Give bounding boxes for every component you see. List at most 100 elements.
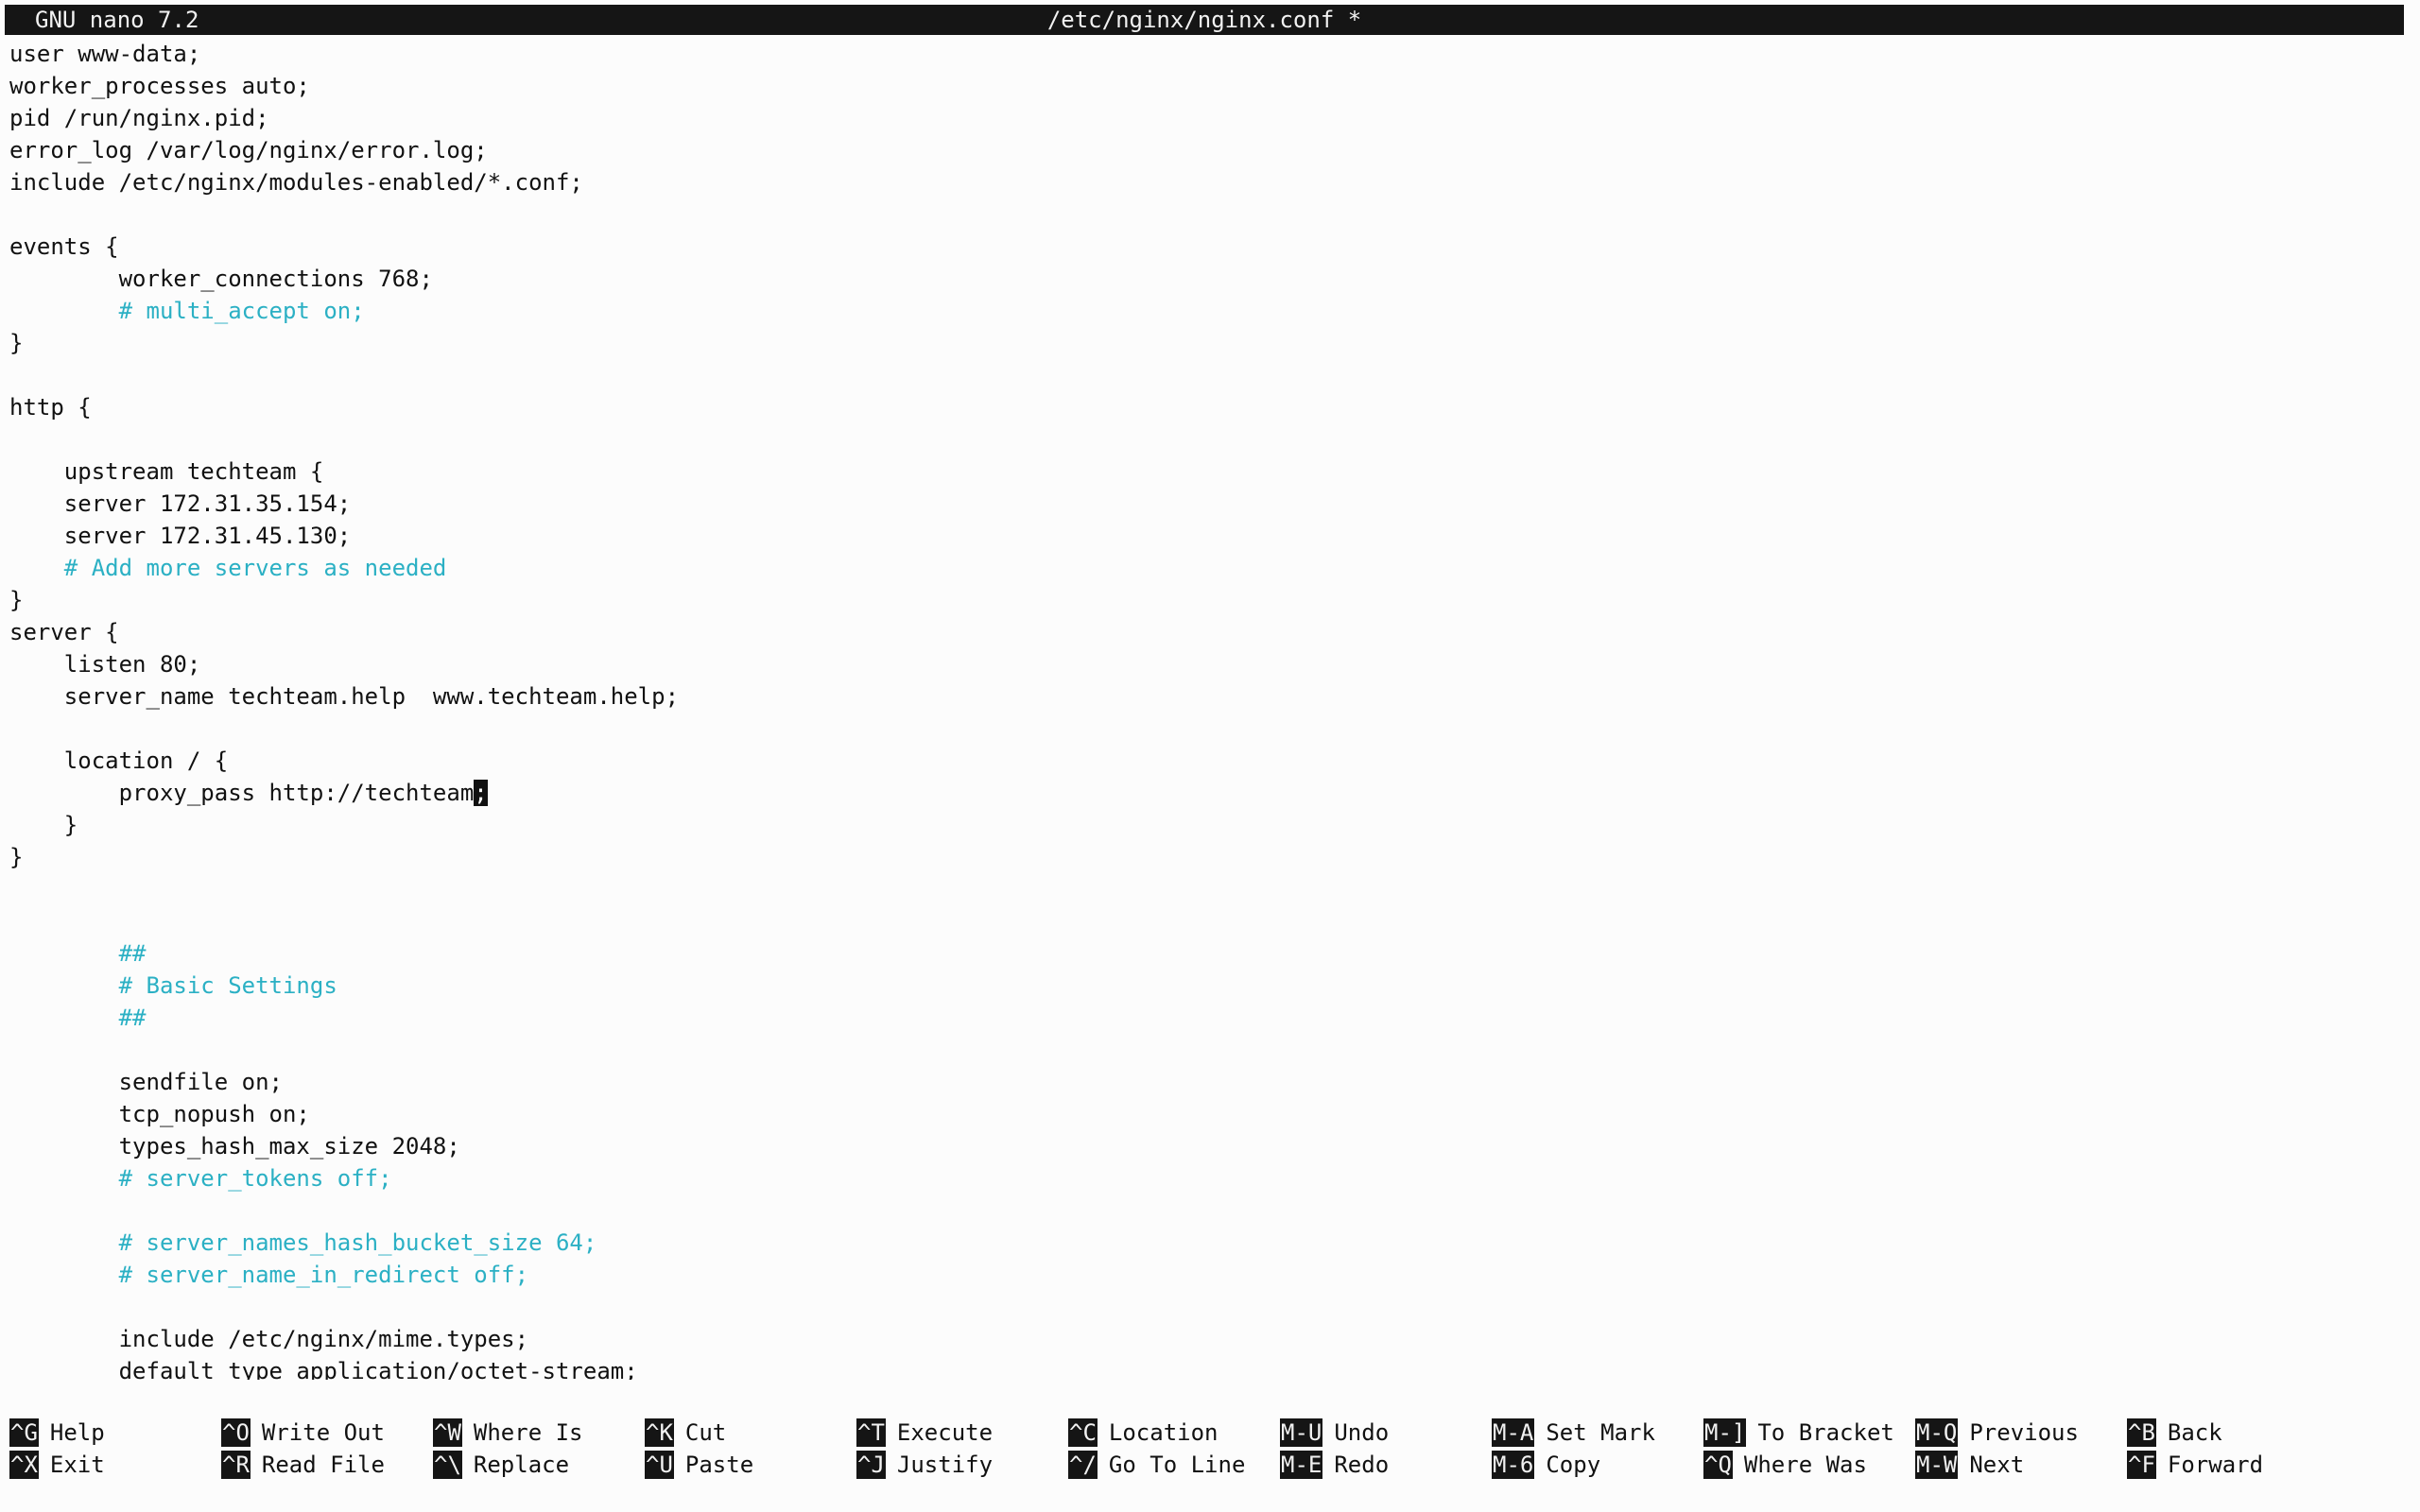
shortcut-label: Replace [473,1452,570,1478]
shortcut-location[interactable]: ^C Location [1068,1416,1219,1448]
shortcut-label: To Bracket [1757,1419,1894,1446]
line-text: server 172.31.35.154; [9,490,352,517]
line-text: events { [9,233,119,260]
code-line[interactable]: error_log /var/log/nginx/error.log; [9,134,2401,166]
shortcut-write-out[interactable]: ^O Write Out [221,1416,385,1448]
line-text: http { [9,394,92,421]
shortcut-key: M-A [1492,1418,1535,1447]
shortcut-key: ^T [856,1418,886,1447]
code-line[interactable]: pid /run/nginx.pid; [9,102,2401,134]
line-text: } [9,812,78,838]
shortcut-key: M-6 [1492,1451,1535,1479]
code-line[interactable]: location / { [9,745,2401,777]
shortcut-read-file[interactable]: ^R Read File [221,1448,385,1480]
comment-line[interactable]: # server_tokens off; [9,1162,2401,1194]
shortcut-label: Justify [896,1452,994,1478]
code-line[interactable] [9,359,2401,391]
line-text: user www-data; [9,41,201,67]
shortcut-paste[interactable]: ^U Paste [645,1448,753,1480]
shortcut-replace[interactable]: ^\ Replace [433,1448,569,1480]
shortcut-redo[interactable]: M-E Redo [1280,1448,1389,1480]
file-path: /etc/nginx/nginx.conf * [1046,7,1362,33]
shortcut-where-is[interactable]: ^W Where Is [433,1416,583,1448]
shortcut-key: ^K [645,1418,674,1447]
code-line[interactable] [9,423,2401,455]
shortcut-label: Paste [684,1452,754,1478]
code-line[interactable]: proxy_pass http://techteam; [9,777,2401,809]
shortcut-label: Go To Line [1108,1452,1246,1478]
line-text: include /etc/nginx/modules-enabled/*.con… [9,169,583,196]
shortcut-cut[interactable]: ^K Cut [645,1416,726,1448]
code-line[interactable]: server 172.31.45.130; [9,520,2401,552]
shortcut-key: M-W [1915,1451,1959,1479]
shortcut-justify[interactable]: ^J Justify [856,1448,993,1480]
comment-line[interactable]: ## [9,937,2401,970]
code-line[interactable]: worker_processes auto; [9,70,2401,102]
line-text: # multi_accept on; [9,298,365,324]
code-line[interactable]: tcp_nopush on; [9,1098,2401,1130]
code-line[interactable]: http { [9,391,2401,423]
code-line[interactable]: listen 80; [9,648,2401,680]
comment-line[interactable]: # Add more servers as needed [9,552,2401,584]
code-line[interactable] [9,905,2401,937]
code-line[interactable]: include /etc/nginx/modules-enabled/*.con… [9,166,2401,198]
comment-line[interactable]: # server_names_hash_bucket_size 64; [9,1227,2401,1259]
shortcut-execute[interactable]: ^T Execute [856,1416,993,1448]
shortcut-exit[interactable]: ^X Exit [9,1448,105,1480]
shortcut-label: Set Mark [1546,1419,1655,1446]
comment-line[interactable]: # multi_accept on; [9,295,2401,327]
code-line[interactable]: include /etc/nginx/mime.types; [9,1323,2401,1355]
line-text: sendfile on; [9,1069,283,1095]
shortcut-set-mark[interactable]: M-A Set Mark [1492,1416,1655,1448]
shortcut-key: ^C [1068,1418,1098,1447]
shortcut-help[interactable]: ^G Help [9,1416,105,1448]
shortcut-copy[interactable]: M-6 Copy [1492,1448,1600,1480]
shortcut-label: Read File [261,1452,385,1478]
code-line[interactable]: upstream techteam { [9,455,2401,488]
shortcut-to-bracket[interactable]: M-] To Bracket [1703,1416,1894,1448]
code-line[interactable]: types_hash_max_size 2048; [9,1130,2401,1162]
code-line[interactable] [9,873,2401,905]
code-line[interactable] [9,198,2401,231]
code-line[interactable]: } [9,841,2401,873]
comment-line[interactable]: ## [9,1002,2401,1034]
code-line[interactable]: events { [9,231,2401,263]
shortcut-next[interactable]: M-W Next [1915,1448,2024,1480]
line-text: server_name techteam.help www.techteam.h… [9,683,680,710]
shortcut-undo[interactable]: M-U Undo [1280,1416,1389,1448]
shortcut-key: ^X [9,1451,39,1479]
line-text: ## [9,1005,147,1031]
line-text: include /etc/nginx/mime.types; [9,1326,529,1352]
shortcut-label: Previous [1969,1419,2079,1446]
shortcut-bar: ^G Help ^O Write Out ^W Where Is ^K Cut ^T Execut… [9,1416,2411,1484]
shortcut-forward[interactable]: ^F Forward [2127,1448,2263,1480]
code-line[interactable]: } [9,584,2401,616]
shortcut-go-to-line[interactable]: ^/ Go To Line [1068,1448,1245,1480]
text-editor-area[interactable]: user www-data; worker_processes auto; pid … [9,38,2401,1380]
code-line[interactable]: server_name techteam.help www.techteam.h… [9,680,2401,713]
code-line[interactable]: } [9,327,2401,359]
code-line[interactable] [9,1194,2401,1227]
shortcut-where-was[interactable]: ^Q Where Was [1703,1448,1867,1480]
shortcut-previous[interactable]: M-Q Previous [1915,1416,2079,1448]
code-line[interactable]: server 172.31.35.154; [9,488,2401,520]
code-line[interactable] [9,1291,2401,1323]
code-line[interactable]: user www-data; [9,38,2401,70]
code-line[interactable]: } [9,809,2401,841]
shortcut-back[interactable]: ^B Back [2127,1416,2222,1448]
code-line[interactable] [9,1034,2401,1066]
shortcut-label: Copy [1546,1452,1601,1478]
code-line[interactable]: worker_connections 768; [9,263,2401,295]
line-text: # server_name_in_redirect off; [9,1262,529,1288]
code-line[interactable]: server { [9,616,2401,648]
line-text: # server_names_hash_bucket_size 64; [9,1229,597,1256]
comment-line[interactable]: # server_name_in_redirect off; [9,1259,2401,1291]
line-text: # server_tokens off; [9,1165,392,1192]
code-line[interactable] [9,713,2401,745]
code-line[interactable]: default_type application/octet-stream; [9,1355,2401,1380]
shortcut-label: Exit [49,1452,105,1478]
line-text: proxy_pass http://techteam [9,780,475,806]
code-line[interactable]: sendfile on; [9,1066,2401,1098]
comment-line[interactable]: # Basic Settings [9,970,2401,1002]
shortcut-key: ^O [221,1418,251,1447]
